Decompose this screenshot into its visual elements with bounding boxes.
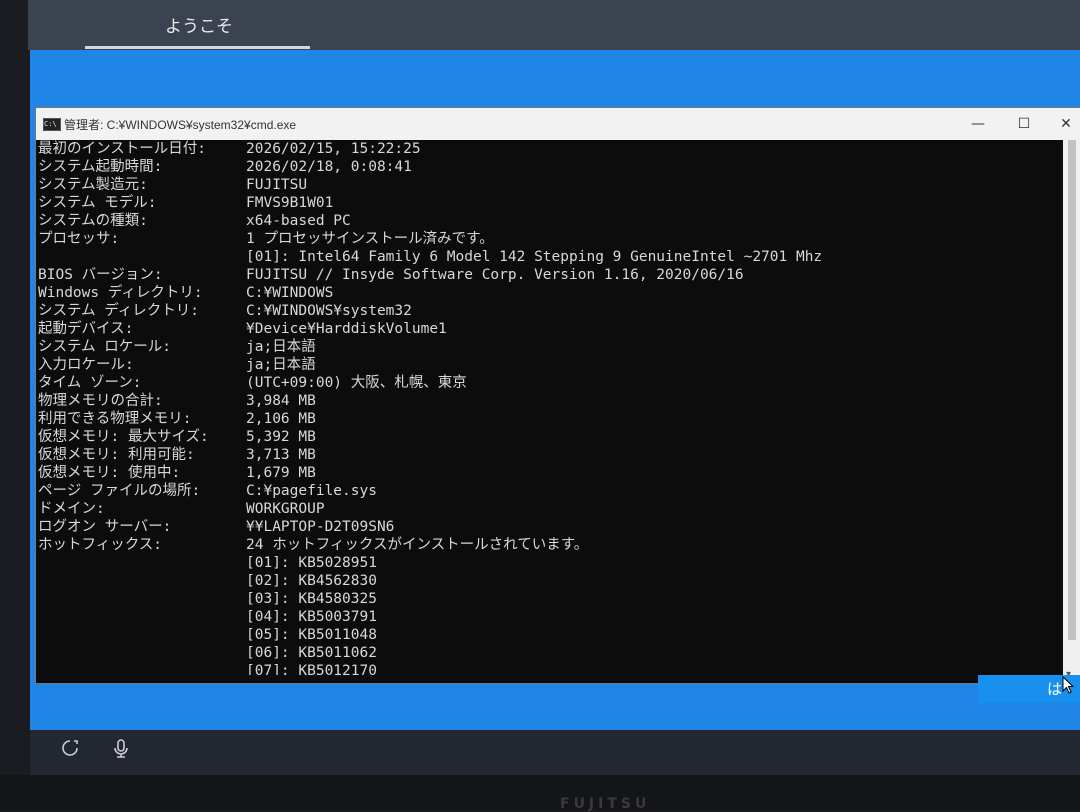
scrollbar-thumb[interactable] — [1068, 140, 1076, 640]
console-line-label: BIOS バージョン: — [38, 267, 163, 283]
microphone-icon[interactable] — [112, 738, 132, 758]
console-line-value: C:¥WINDOWS — [246, 285, 334, 301]
console-line-label: 仮想メモリ: 最大サイズ: — [38, 429, 209, 445]
mouse-cursor-icon — [1062, 676, 1075, 694]
console-line-value: 2026/02/18, 0:08:41 — [246, 159, 412, 175]
console-line-value: [04]: KB5003791 — [246, 609, 377, 625]
tab-welcome-underline — [85, 46, 310, 49]
console-line-value: 2026/02/15, 15:22:25 — [246, 141, 421, 157]
console-line-value: ¥Device¥HarddiskVolume1 — [246, 321, 447, 337]
console-line-label: 物理メモリの合計: — [38, 393, 163, 409]
console-line-value: [05]: KB5011048 — [246, 627, 377, 643]
console-line-label: ページ ファイルの場所: — [38, 483, 201, 499]
console-line-label: 入力ロケール: — [38, 357, 134, 373]
maximize-button[interactable]: ☐ — [1009, 112, 1039, 136]
console-line-value: C:¥pagefile.sys — [246, 483, 377, 499]
vertical-scrollbar[interactable]: ▾ — [1063, 140, 1080, 683]
console-line-label: Windows ディレクトリ: — [38, 285, 203, 301]
console-line-label: 起動デバイス: — [38, 321, 134, 337]
console-line-value: [03]: KB4580325 — [246, 591, 377, 607]
console-line-label: システム ロケール: — [38, 339, 172, 355]
cmd-title: 管理者: C:¥WINDOWS¥system32¥cmd.exe — [64, 118, 297, 132]
cmd-window[interactable]: C:\ 管理者: C:¥WINDOWS¥system32¥cmd.exe — ☐… — [35, 107, 1080, 684]
tab-welcome[interactable]: ようこそ — [165, 12, 233, 37]
console-line-label: ドメイン: — [38, 501, 105, 517]
console-line-value: FUJITSU // Insyde Software Corp. Version… — [246, 267, 744, 283]
cmd-app-icon: C:\ — [43, 118, 61, 131]
console-line-value: [01]: Intel64 Family 6 Model 142 Steppin… — [246, 249, 823, 265]
ime-mode-label: は — [1046, 680, 1062, 698]
console-line-label: タイム ゾーン: — [38, 375, 142, 391]
console-line-value: 5,392 MB — [246, 429, 316, 445]
console-line-value: 1 プロセッサインストール済みです。 — [246, 231, 494, 247]
accessibility-icon[interactable] — [60, 738, 80, 758]
console-line-value: 24 ホットフィックスがインストールされています。 — [246, 537, 589, 553]
console-line-value: 1,679 MB — [246, 465, 316, 481]
console-line-value: [06]: KB5011062 — [246, 645, 377, 661]
console-line-value: FUJITSU — [246, 177, 308, 193]
console-line-value: 3,713 MB — [246, 447, 316, 463]
console-line-label: システム ディレクトリ: — [38, 303, 200, 319]
console-line-label: 仮想メモリ: 利用可能: — [38, 447, 195, 463]
oobe-footer — [30, 730, 1080, 775]
console-line-label: ログオン サーバー: — [38, 519, 172, 535]
close-button[interactable]: ✕ — [1051, 112, 1080, 136]
console-line-value: [07]: KB5012170 — [246, 663, 377, 675]
minimize-button[interactable]: — — [963, 112, 993, 136]
console-line-label: システム起動時間: — [38, 159, 163, 175]
console-line-value: (UTC+09:00) 大阪、札幌、東京 — [246, 375, 467, 391]
console-line-value: [01]: KB5028951 — [246, 555, 377, 571]
console-line-label: ホットフィックス: — [38, 537, 163, 553]
cmd-titlebar[interactable]: C:\ 管理者: C:¥WINDOWS¥system32¥cmd.exe — ☐… — [36, 108, 1080, 140]
console-line-label: 最初のインストール日付: — [38, 141, 206, 157]
console-line-value: [02]: KB4562830 — [246, 573, 377, 589]
console-line-value: ¥¥LAPTOP-D2T09SN6 — [246, 519, 395, 535]
console-line-value: 3,984 MB — [246, 393, 316, 409]
monitor-bezel — [0, 775, 1080, 810]
console-line-label: プロセッサ: — [38, 231, 120, 247]
console-line-value: WORKGROUP — [246, 501, 325, 517]
console-output[interactable]: 最初のインストール日付: 2026/02/15, 15:22:25 システム起動時間… — [36, 140, 1061, 675]
console-line-value: 2,106 MB — [246, 411, 316, 427]
console-line-value: ja;日本語 — [246, 357, 316, 373]
console-line-label: 利用できる物理メモリ: — [38, 411, 192, 427]
console-line-value: x64-based PC — [246, 213, 351, 229]
console-line-label: システム モデル: — [38, 195, 157, 211]
console-line-label: 仮想メモリ: 使用中: — [38, 465, 181, 481]
console-line-value: C:¥WINDOWS¥system32 — [246, 303, 412, 319]
console-line-label: システムの種類: — [38, 213, 148, 229]
console-line-label: システム製造元: — [38, 177, 148, 193]
console-line-value: ja;日本語 — [246, 339, 316, 355]
console-line-value: FMVS9B1W01 — [246, 195, 334, 211]
